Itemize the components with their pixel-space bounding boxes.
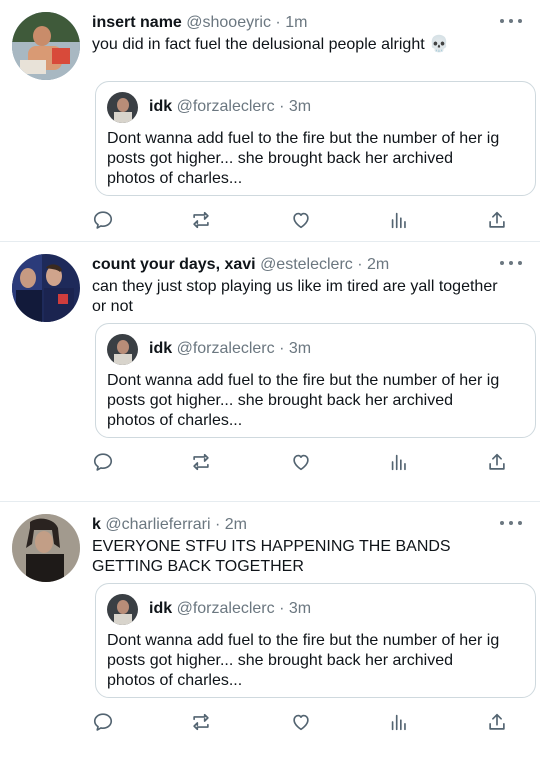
user-handle[interactable]: @charlieferrari bbox=[105, 516, 210, 533]
quoted-user-avatar bbox=[107, 594, 138, 625]
user-avatar[interactable] bbox=[12, 254, 80, 322]
quoted-display-name: idk bbox=[149, 340, 173, 357]
quoted-user-handle: @forzaleclerc bbox=[176, 340, 275, 357]
separator-dot: · bbox=[274, 600, 289, 617]
tweet[interactable]: insert name @shooeyric · 1m you did in f… bbox=[0, 0, 540, 242]
tweet-text: you did in fact fuel the delusional peop… bbox=[92, 36, 450, 53]
quoted-timestamp: 3m bbox=[288, 98, 312, 115]
quoted-timestamp: 3m bbox=[288, 340, 312, 357]
reply-icon[interactable] bbox=[92, 711, 114, 733]
more-options-icon[interactable] bbox=[500, 14, 522, 28]
views-icon[interactable] bbox=[388, 451, 410, 473]
retweet-icon[interactable] bbox=[190, 451, 212, 473]
tweet-text: EVERYONE STFU ITS HAPPENING THE BANDS GE… bbox=[92, 538, 451, 575]
like-icon[interactable] bbox=[290, 711, 312, 733]
views-icon[interactable] bbox=[388, 209, 410, 231]
quoted-user-handle: @forzaleclerc bbox=[176, 98, 275, 115]
reply-icon[interactable] bbox=[92, 451, 114, 473]
display-name[interactable]: insert name bbox=[92, 14, 182, 31]
quoted-tweet[interactable]: idk @forzaleclerc · 3m Dont wanna add fu… bbox=[95, 583, 536, 698]
tweet-header: count your days, xavi @esteleclerc · 2m bbox=[92, 255, 490, 275]
quoted-timestamp: 3m bbox=[288, 600, 312, 617]
retweet-icon[interactable] bbox=[190, 711, 212, 733]
timestamp[interactable]: 1m bbox=[285, 14, 307, 31]
separator-dot: · bbox=[210, 516, 225, 533]
quoted-user-avatar bbox=[107, 92, 138, 123]
like-icon[interactable] bbox=[290, 209, 312, 231]
quoted-tweet-header: idk @forzaleclerc · 3m bbox=[149, 599, 311, 619]
tweet[interactable]: count your days, xavi @esteleclerc · 2m … bbox=[0, 242, 540, 502]
display-name[interactable]: count your days, xavi bbox=[92, 256, 256, 273]
tweet[interactable]: k @charlieferrari · 2m EVERYONE STFU ITS… bbox=[0, 502, 540, 760]
tweet-actions bbox=[92, 209, 508, 231]
more-options-icon[interactable] bbox=[500, 256, 522, 270]
quoted-tweet-header: idk @forzaleclerc · 3m bbox=[149, 97, 311, 117]
user-avatar[interactable] bbox=[12, 514, 80, 582]
share-icon[interactable] bbox=[486, 451, 508, 473]
user-handle[interactable]: @shooeyric bbox=[186, 14, 271, 31]
quoted-display-name: idk bbox=[149, 600, 173, 617]
tweet-text: can they just stop playing us like im ti… bbox=[92, 278, 498, 315]
tweet-actions bbox=[92, 711, 508, 733]
reply-icon[interactable] bbox=[92, 209, 114, 231]
quoted-tweet-text: Dont wanna add fuel to the fire but the … bbox=[107, 372, 500, 429]
timestamp[interactable]: 2m bbox=[225, 516, 247, 533]
quoted-display-name: idk bbox=[149, 98, 173, 115]
retweet-icon[interactable] bbox=[190, 209, 212, 231]
display-name[interactable]: k bbox=[92, 516, 101, 533]
tweet-actions bbox=[92, 451, 508, 473]
timestamp[interactable]: 2m bbox=[367, 256, 389, 273]
views-icon[interactable] bbox=[388, 711, 410, 733]
quoted-user-handle: @forzaleclerc bbox=[176, 600, 275, 617]
separator-dot: · bbox=[270, 14, 286, 31]
quoted-tweet[interactable]: idk @forzaleclerc · 3m Dont wanna add fu… bbox=[95, 81, 536, 196]
quoted-tweet-header: idk @forzaleclerc · 3m bbox=[149, 339, 311, 359]
quoted-tweet-text: Dont wanna add fuel to the fire but the … bbox=[107, 130, 500, 187]
like-icon[interactable] bbox=[290, 451, 312, 473]
separator-dot: · bbox=[274, 340, 289, 357]
quoted-user-avatar bbox=[107, 334, 138, 365]
tweet-header: insert name @shooeyric · 1m bbox=[92, 13, 490, 33]
user-avatar[interactable] bbox=[12, 12, 80, 80]
tweet-header: k @charlieferrari · 2m bbox=[92, 515, 490, 535]
user-handle[interactable]: @esteleclerc bbox=[260, 256, 353, 273]
more-options-icon[interactable] bbox=[500, 516, 522, 530]
quoted-tweet-text: Dont wanna add fuel to the fire but the … bbox=[107, 632, 500, 689]
separator-dot: · bbox=[352, 256, 367, 273]
share-icon[interactable] bbox=[486, 209, 508, 231]
separator-dot: · bbox=[274, 98, 289, 115]
quoted-tweet[interactable]: idk @forzaleclerc · 3m Dont wanna add fu… bbox=[95, 323, 536, 438]
share-icon[interactable] bbox=[486, 711, 508, 733]
